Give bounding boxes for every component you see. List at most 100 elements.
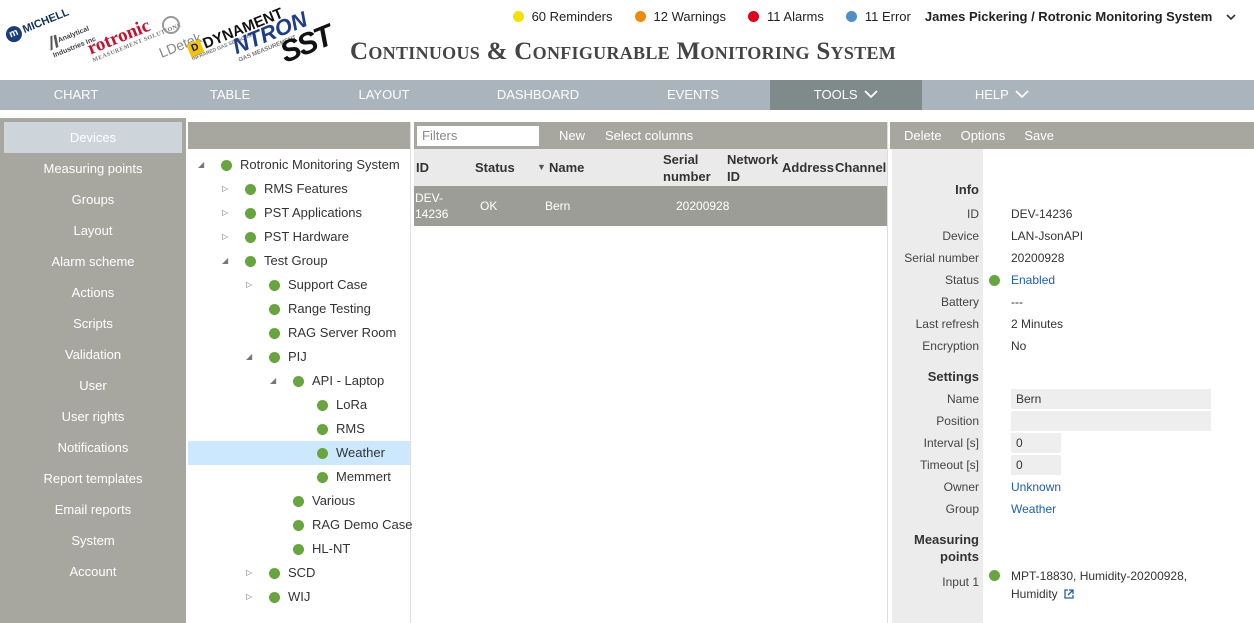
sidebar-item-validation[interactable]: Validation [4,339,182,370]
sidebar-item-alarm-scheme[interactable]: Alarm scheme [4,246,182,277]
sidebar-item-layout[interactable]: Layout [4,215,182,246]
tree-node[interactable]: Range Testing [188,297,410,321]
alarms-status[interactable]: 11 Alarms [748,9,824,24]
sidebar-item-account[interactable]: Account [4,556,182,587]
nav-events[interactable]: EVENTS [616,80,770,110]
sidebar-item-user[interactable]: User [4,370,182,401]
nav-layout[interactable]: LAYOUT [308,80,460,110]
collapse-triangle-icon[interactable]: ◢ [198,153,204,177]
sidebar-item-actions[interactable]: Actions [4,277,182,308]
collapse-triangle-icon[interactable]: ◢ [246,345,252,369]
tree-node[interactable]: ▷ SCD [188,561,410,585]
external-link-icon[interactable] [1064,586,1074,599]
collapse-triangle-icon[interactable]: ◢ [222,249,228,273]
sort-down-icon[interactable]: ▼ [537,159,546,176]
expand-triangle-icon[interactable]: ▷ [246,561,252,585]
filters-input[interactable] [417,125,539,146]
cell-id-line1: DEV- [415,191,444,205]
tree-node[interactable]: ◢ API - Laptop [188,369,410,393]
expand-triangle-icon[interactable]: ▷ [222,225,228,249]
status-dot-icon [317,448,328,459]
tree-node[interactable]: ▷ RMS Features [188,177,410,201]
delete-button[interactable]: Delete [904,128,942,143]
expand-triangle-icon[interactable]: ▷ [222,201,228,225]
options-button[interactable]: Options [961,128,1006,143]
select-columns-button[interactable]: Select columns [605,128,693,143]
tree-node[interactable]: ◢ Rotronic Monitoring System [188,153,410,177]
position-input[interactable] [1011,411,1211,431]
name-input[interactable]: Bern [1011,389,1211,409]
interval-input[interactable]: 0 [1011,433,1061,453]
tree-node[interactable]: ◢ PIJ [188,345,410,369]
tree-node[interactable]: LoRa [188,393,410,417]
timeout-input[interactable]: 0 [1011,455,1061,475]
tree-node-label: RAG Demo Case [312,517,413,532]
sidebar-item-user-rights[interactable]: User rights [4,401,182,432]
expand-triangle-icon[interactable]: ▷ [246,273,252,297]
warnings-status[interactable]: 12 Warnings [634,9,726,24]
status-dot-icon [293,544,304,555]
position-label: Position [936,414,979,428]
group-link[interactable]: Weather [1011,502,1056,516]
tree-node[interactable]: ◢ Test Group [188,249,410,273]
status-dot-icon [989,570,1000,581]
name-label: Name [946,392,979,406]
status-dot-icon [269,568,280,579]
owner-label: Owner [943,480,979,494]
expand-triangle-icon[interactable]: ▷ [246,585,252,609]
serial-value: 20200928 [1011,251,1065,265]
errors-status[interactable]: 11 Error [845,9,911,24]
sidebar-item-notifications[interactable]: Notifications [4,432,182,463]
tree-node[interactable]: ▷ PST Hardware [188,225,410,249]
column-header-serial[interactable]: Serial number [663,151,711,185]
owner-link[interactable]: Unknown [1011,480,1061,494]
status-dot-icon [269,592,280,603]
tree-node[interactable]: ▷ PST Applications [188,201,410,225]
column-header-status[interactable]: Status [475,159,515,176]
user-menu[interactable]: James Pickering / Rotronic Monitoring Sy… [925,9,1236,24]
column-header-id[interactable]: ID [416,159,429,176]
reminders-dot-icon [512,11,524,22]
table-row[interactable]: DEV- 14236 OK Bern 20200928 [414,186,887,226]
column-header-name[interactable]: Name [549,159,584,176]
expand-triangle-icon[interactable]: ▷ [222,177,228,201]
tree-node-selected[interactable]: Weather [188,441,410,465]
tree-node[interactable]: Memmert [188,465,410,489]
cell-name: Bern [545,199,571,213]
nav-help-label: HELP [974,87,1009,102]
settings-heading: Settings [927,369,979,384]
sidebar-item-measuring-points[interactable]: Measuring points [4,153,182,184]
column-header-channel[interactable]: Channel [835,159,886,176]
tree-node[interactable]: ▷ Support Case [188,273,410,297]
sidebar-item-devices[interactable]: Devices [4,122,182,153]
nav-chart[interactable]: CHART [0,80,152,110]
status-value-link[interactable]: Enabled [1011,273,1055,287]
tree-node[interactable]: RAG Demo Case [188,513,413,537]
sidebar-item-email-reports[interactable]: Email reports [4,494,182,525]
new-button[interactable]: New [559,128,585,143]
nav-tools[interactable]: TOOLS [770,80,922,110]
column-header-network-id[interactable]: Network ID [727,151,778,185]
reminders-status[interactable]: 60 Reminders [512,9,613,24]
devices-table-panel: New Select columns ID Status ▼ Name Seri… [414,122,888,623]
tree-node-label: Rotronic Monitoring System [240,157,400,172]
sidebar-item-system[interactable]: System [4,525,182,556]
tree-node[interactable]: HL-NT [188,537,410,561]
sidebar-item-report-templates[interactable]: Report templates [4,463,182,494]
save-button[interactable]: Save [1024,128,1054,143]
nav-help[interactable]: HELP [922,80,1082,110]
tree-node[interactable]: RAG Server Room [188,321,410,345]
sidebar-item-scripts[interactable]: Scripts [4,308,182,339]
tree-node[interactable]: RMS [188,417,410,441]
nav-table[interactable]: TABLE [152,80,308,110]
sidebar-item-groups[interactable]: Groups [4,184,182,215]
tree-node-label: LoRa [336,397,368,412]
collapse-triangle-icon[interactable]: ◢ [270,369,276,393]
tree-node-label: API - Laptop [312,373,385,388]
status-dot-icon [269,328,280,339]
info-heading: Info [955,182,979,197]
tree-node[interactable]: Various [188,489,410,513]
nav-dashboard[interactable]: DASHBOARD [460,80,616,110]
column-header-address[interactable]: Address [782,159,834,176]
tree-node[interactable]: ▷ WIJ [188,585,410,609]
